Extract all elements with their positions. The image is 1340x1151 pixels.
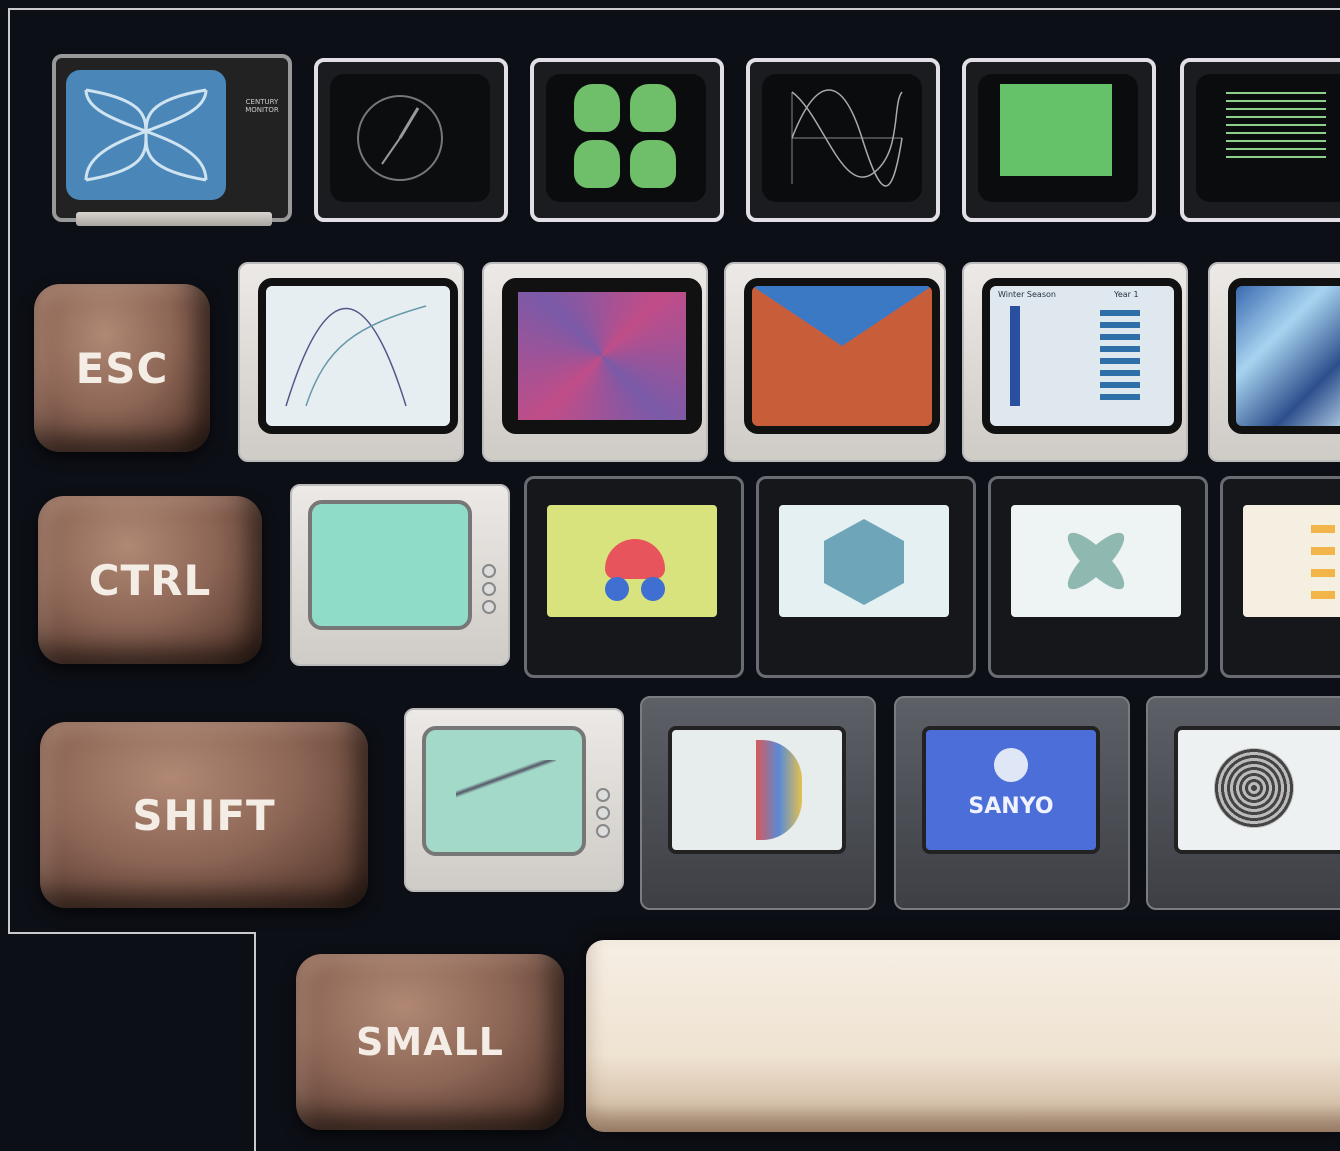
scribble-graphic [456, 760, 556, 800]
curves-figure [285, 305, 427, 407]
trees-graphic [1100, 310, 1140, 404]
screen-pram [547, 505, 717, 617]
curve-3d-graphic [756, 740, 802, 840]
small-key-label: SMALL [355, 1020, 505, 1064]
screen-curve-3d [668, 726, 846, 854]
screen-clock [330, 74, 490, 202]
winter-season-label: Winter Season [998, 290, 1056, 299]
monitor-hexagon [756, 476, 976, 678]
screen-sine [762, 74, 922, 202]
knob-5 [596, 806, 610, 820]
screen-hexagon [779, 505, 949, 617]
monitor-sine [746, 58, 940, 222]
sanyo-emblem [994, 748, 1028, 782]
pink-pattern [518, 292, 686, 420]
screen-disc [1174, 726, 1340, 854]
pram-body [605, 539, 665, 579]
knob-4 [596, 788, 610, 802]
monitor-curve-3d [640, 696, 876, 910]
monitor-shards [1208, 262, 1340, 462]
screen-cyan-2 [422, 726, 586, 856]
shift-key[interactable]: SHIFT [40, 722, 368, 908]
esc-key-label: ESC [75, 343, 169, 393]
monitor-clock [314, 58, 508, 222]
sine-figure [791, 89, 903, 187]
pram-wheel-2 [641, 577, 665, 601]
monitor-lissajous-stand [76, 212, 272, 226]
text-lines [1226, 92, 1326, 162]
small-key[interactable]: SMALL [296, 954, 564, 1130]
year-label: Year 1 [1114, 290, 1139, 299]
screen-lissajous [66, 70, 226, 200]
monitor-flower [988, 476, 1208, 678]
monitor-disc [1146, 696, 1340, 910]
border-top [8, 8, 1340, 10]
monitor-bars [1220, 476, 1340, 678]
lissajous-figure [84, 88, 208, 182]
winter-graphic [1010, 306, 1020, 406]
blue-v-shape [752, 286, 932, 346]
face-4 [630, 140, 676, 188]
face-3 [574, 140, 620, 188]
screen-sanyo: SANYO [922, 726, 1100, 854]
pram-wheel-1 [605, 577, 629, 601]
border-left [8, 8, 10, 932]
screen-pink-x [502, 278, 702, 434]
monitor-brand: CENTURY MONITOR [245, 98, 279, 114]
knob-6 [596, 824, 610, 838]
monitor-sanyo: SANYO [894, 696, 1130, 910]
sanyo-logo: SANYO [968, 794, 1054, 819]
bars-graphic [1311, 525, 1335, 605]
monitor-green [962, 58, 1156, 222]
screen-flower [1011, 505, 1181, 617]
face-1 [574, 84, 620, 132]
knob-3 [482, 600, 496, 614]
screen-faces [546, 74, 706, 202]
flower-figure [1067, 532, 1125, 590]
screen-text [1196, 74, 1340, 202]
monitor-pram [524, 476, 744, 678]
monitor-faces [530, 58, 724, 222]
esc-key[interactable]: ESC [34, 284, 210, 452]
shift-key-label: SHIFT [132, 790, 276, 840]
monitor-lissajous: CENTURY MONITOR [52, 54, 292, 222]
screen-curves [258, 278, 458, 434]
monitor-orange-v [724, 262, 946, 462]
screen-green [978, 74, 1138, 202]
monitor-winter: Winter Season Year 1 [962, 262, 1188, 462]
monitor-pink-x [482, 262, 708, 462]
border-step [8, 932, 254, 934]
hexagon-figure [824, 519, 904, 605]
screen-orange-v [744, 278, 940, 434]
screen-winter: Winter Season Year 1 [982, 278, 1182, 434]
screen-shards [1228, 278, 1340, 434]
disc-graphic [1214, 748, 1294, 828]
screen-cyan-1 [308, 500, 472, 630]
space-bar[interactable] [586, 940, 1340, 1132]
face-2 [630, 84, 676, 132]
monitor-curves [238, 262, 464, 462]
monitor-cyan-1 [290, 484, 510, 666]
knob-1 [482, 564, 496, 578]
clock-figure [357, 95, 443, 181]
green-square [1000, 84, 1112, 176]
monitor-text [1180, 58, 1340, 222]
ctrl-key-label: CTRL [88, 555, 212, 605]
knob-2 [482, 582, 496, 596]
border-step-down [254, 932, 256, 1151]
monitor-cyan-2 [404, 708, 624, 892]
screen-bars [1243, 505, 1340, 617]
ctrl-key[interactable]: CTRL [38, 496, 262, 664]
